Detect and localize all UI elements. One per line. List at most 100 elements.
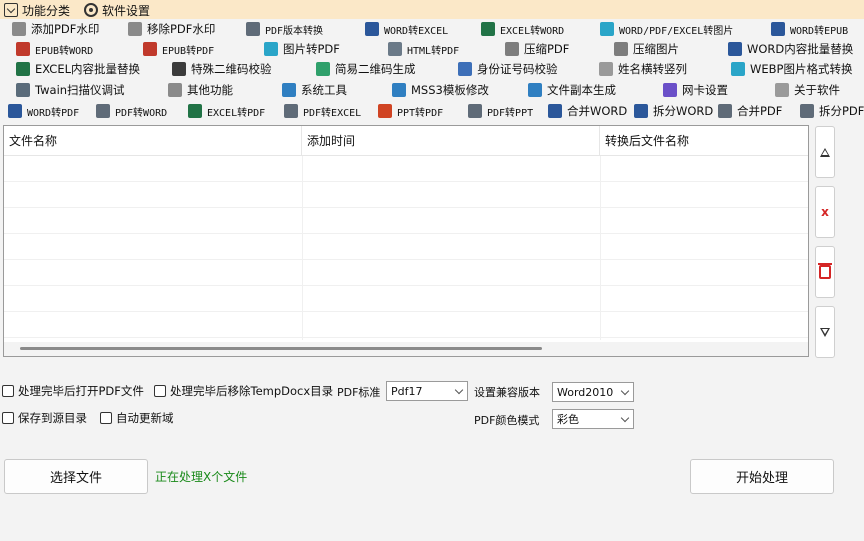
toolbar-button-label: EXCEL转PDF [207, 107, 266, 119]
toolbar-button[interactable]: EPUB转PDF [143, 39, 214, 59]
horizontal-scrollbar[interactable] [4, 342, 808, 356]
toolbar-button-label: 合并PDF [737, 104, 783, 118]
toolbar-button[interactable]: PDF版本转换 [246, 19, 323, 39]
toolbar-button[interactable]: WORD转EPUB [771, 19, 848, 39]
checkbox-box[interactable] [154, 385, 166, 397]
table-row[interactable] [4, 208, 808, 234]
toolbar-button[interactable]: WORD转EXCEL [365, 19, 448, 39]
select-file-button[interactable]: 选择文件 [4, 459, 148, 494]
color-mode-label: PDF颜色模式 [474, 414, 540, 427]
epub-icon [16, 42, 30, 56]
toolbar-button[interactable]: EXCEL转WORD [481, 19, 564, 39]
pdf-standard-select[interactable]: Pdf17 [386, 381, 468, 401]
watermark-icon [128, 22, 142, 36]
toolbar-button[interactable]: 系统工具 [282, 80, 347, 100]
move-down-button[interactable] [815, 306, 835, 358]
toolbar-button[interactable]: 压缩PDF [505, 39, 569, 59]
processing-status-text: 正在处理X个文件 [155, 470, 248, 484]
file-list-table[interactable]: 文件名称 添加时间 转换后文件名称 [3, 125, 809, 357]
toolbar-button[interactable]: EXCEL内容批量替换 [16, 59, 140, 79]
toolbar-button[interactable]: 合并PDF [718, 101, 782, 121]
checkbox-label: 处理完毕后移除TempDocx目录 [170, 384, 334, 398]
toolbar-button[interactable]: Twain扫描仪调试 [16, 80, 125, 100]
scrollbar-thumb[interactable] [20, 347, 542, 350]
toolbar-button-label: 拆分WORD [653, 104, 714, 118]
compat-version-select[interactable]: Word2010 [552, 382, 634, 402]
open-after-checkbox[interactable]: 处理完毕后打开PDF文件 [2, 383, 144, 399]
toolbar-button[interactable]: PDF转WORD [96, 101, 167, 121]
toolbar-button-label: EPUB转PDF [162, 45, 215, 57]
ppt-icon [378, 104, 392, 118]
toolbar-button[interactable]: MSS3模板修改 [392, 80, 489, 100]
remove-temp-checkbox[interactable]: 处理完毕后移除TempDocx目录 [154, 383, 333, 399]
toolbar-button-label: 图片转PDF [283, 42, 340, 56]
toolbar-button-label: PDF转PPT [487, 107, 534, 119]
qrcode-icon [172, 62, 186, 76]
toolbar-button[interactable]: EPUB转WORD [16, 39, 93, 59]
checkbox-box[interactable] [100, 412, 112, 424]
toolbar-button[interactable]: WORD/PDF/EXCEL转图片 [600, 19, 733, 39]
toolbar-button[interactable]: 文件副本生成 [528, 80, 616, 100]
toolbar-button-label: 添加PDF水印 [31, 22, 100, 36]
toolbar-button[interactable]: 其他功能 [168, 80, 233, 100]
table-row[interactable] [4, 312, 808, 338]
toolbar-button[interactable]: PPT转PDF [378, 101, 443, 121]
start-processing-button[interactable]: 开始处理 [690, 459, 834, 494]
text-icon [599, 62, 613, 76]
merge-word-icon [548, 104, 562, 118]
remove-file-button[interactable]: x [815, 186, 835, 238]
color-mode-select[interactable]: 彩色 [552, 409, 634, 429]
toolbar-button[interactable]: 拆分PDF [800, 101, 864, 121]
move-up-button[interactable] [815, 126, 835, 178]
clear-list-button[interactable] [815, 246, 835, 298]
toolbar-button[interactable]: 压缩图片 [614, 39, 679, 59]
save-to-source-checkbox[interactable]: 保存到源目录 [2, 410, 87, 426]
toolbar-button[interactable]: 特殊二维码校验 [172, 59, 272, 79]
word-icon [728, 42, 742, 56]
table-row[interactable] [4, 234, 808, 260]
merge-pdf-icon [718, 104, 732, 118]
toolbar-button[interactable]: 简易二维码生成 [316, 59, 416, 79]
checkbox-box[interactable] [2, 385, 14, 397]
toolbar-button[interactable]: 姓名横转竖列 [599, 59, 687, 79]
menu-function-category[interactable]: 功能分类 [0, 0, 76, 20]
toolbar-button[interactable]: 添加PDF水印 [12, 19, 99, 39]
toolbar-button[interactable]: HTML转PDF [388, 39, 459, 59]
toolbar-button[interactable]: 身份证号码校验 [458, 59, 558, 79]
column-header-converted-name[interactable]: 转换后文件名称 [600, 126, 808, 156]
toolbar-button[interactable]: WEBP图片格式转换 [731, 59, 852, 79]
table-row[interactable] [4, 156, 808, 182]
toolbar-button-label: WEBP图片格式转换 [750, 62, 853, 76]
toolbar-button[interactable]: 关于软件 [775, 80, 840, 100]
toolbar-button-label: 身份证号码校验 [477, 62, 558, 76]
toolbar-button[interactable]: EXCEL转PDF [188, 101, 265, 121]
move-up-icon [820, 147, 830, 157]
toolbar-button[interactable]: 移除PDF水印 [128, 19, 215, 39]
toolbar-button[interactable]: PDF转PPT [468, 101, 533, 121]
toolbar-button[interactable]: WORD内容批量替换 [728, 39, 853, 59]
menu-software-settings[interactable]: 软件设置 [80, 0, 156, 20]
checkbox-box[interactable] [2, 412, 14, 424]
box-check-icon [4, 3, 18, 17]
toolbar-button-label: 简易二维码生成 [335, 62, 416, 76]
toolbar-button[interactable]: WORD转PDF [8, 101, 79, 121]
toolbar-button[interactable]: PDF转EXCEL [284, 101, 361, 121]
toolbar-button[interactable]: 图片转PDF [264, 39, 340, 59]
chevron-down-icon [617, 383, 633, 401]
toolbar-button[interactable]: 拆分WORD [634, 101, 713, 121]
toolbar-button-label: 其他功能 [187, 83, 233, 97]
info-icon [775, 83, 789, 97]
column-header-added-time[interactable]: 添加时间 [302, 126, 600, 156]
excel-icon [188, 104, 202, 118]
toolbar-button-label: EPUB转WORD [35, 45, 94, 57]
column-header-filename[interactable]: 文件名称 [4, 126, 302, 156]
toolbar-button-label: 压缩图片 [633, 42, 679, 56]
system-gear-icon [282, 83, 296, 97]
auto-update-checkbox[interactable]: 自动更新域 [100, 410, 174, 426]
table-row[interactable] [4, 182, 808, 208]
table-row[interactable] [4, 260, 808, 286]
toolbar-button[interactable]: 合并WORD [548, 101, 627, 121]
toolbar-button[interactable]: 网卡设置 [663, 80, 728, 100]
column-divider [302, 156, 303, 340]
table-row[interactable] [4, 286, 808, 312]
